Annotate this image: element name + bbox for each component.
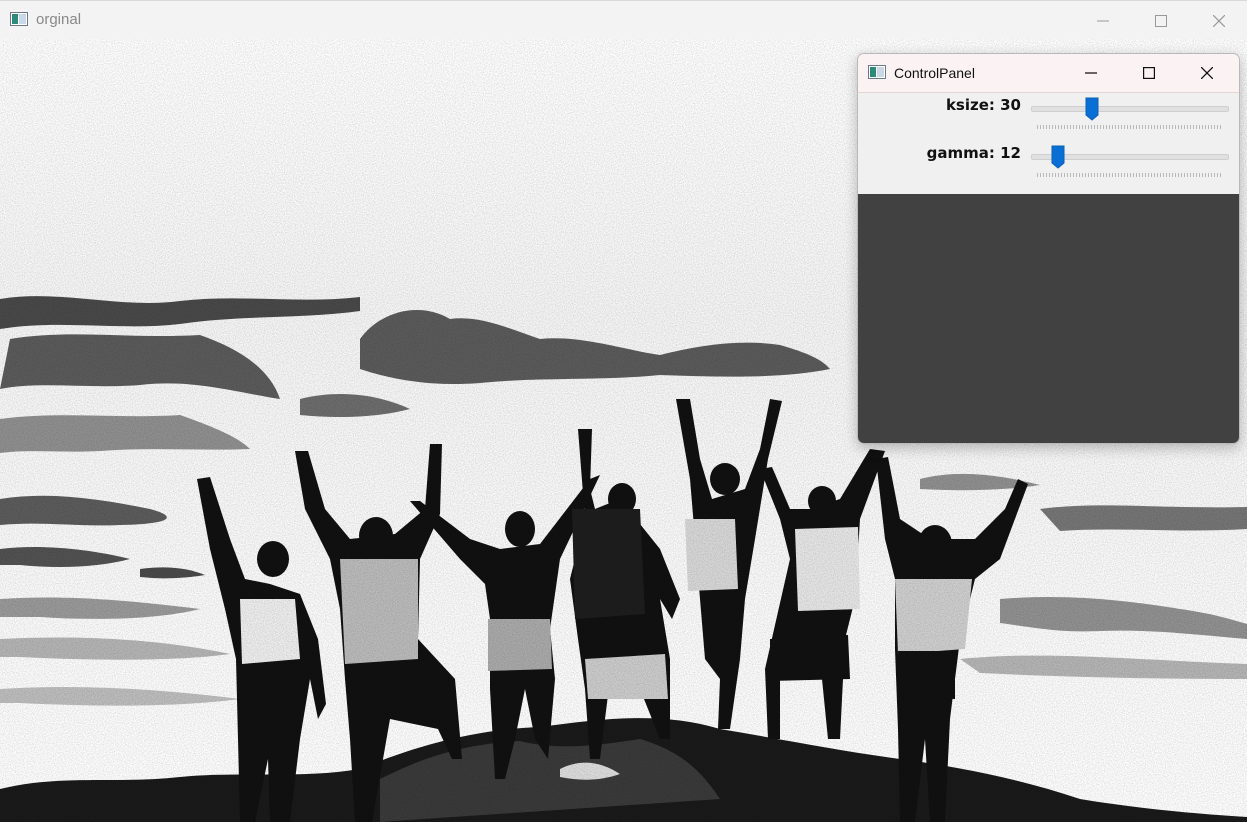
control-panel-canvas	[858, 194, 1239, 443]
control-panel-title: ControlPanel	[894, 65, 975, 81]
main-window-titlebar[interactable]: orginal	[0, 0, 1247, 39]
control-panel-titlebar[interactable]: ControlPanel	[858, 54, 1239, 93]
gamma-trackbar[interactable]: gamma: 12	[858, 142, 1239, 190]
gamma-label: gamma: 12	[926, 144, 1021, 162]
ksize-ticks	[1037, 125, 1222, 129]
ksize-trackbar[interactable]: ksize: 30	[858, 94, 1239, 142]
gamma-thumb[interactable]	[1051, 145, 1065, 169]
panel-close-button[interactable]	[1178, 54, 1236, 92]
panel-maximize-button[interactable]	[1120, 54, 1178, 92]
ksize-thumb[interactable]	[1085, 97, 1099, 121]
window-app-icon	[10, 12, 28, 26]
gamma-ticks	[1037, 173, 1222, 177]
minimize-button[interactable]	[1074, 1, 1132, 40]
close-icon	[1201, 67, 1213, 79]
window-app-icon	[868, 65, 886, 79]
maximize-icon	[1143, 67, 1155, 79]
main-window-title: orginal	[36, 11, 82, 28]
ksize-track[interactable]	[1031, 106, 1229, 112]
minimize-icon	[1085, 72, 1097, 74]
close-button[interactable]	[1190, 1, 1247, 40]
close-icon	[1213, 14, 1225, 27]
control-panel-window[interactable]: ControlPanel ksize: 30 gamma: 12	[857, 53, 1240, 444]
maximize-icon	[1155, 14, 1167, 27]
ksize-label: ksize: 30	[945, 96, 1021, 114]
minimize-icon	[1097, 20, 1109, 21]
panel-minimize-button[interactable]	[1062, 54, 1120, 92]
maximize-button[interactable]	[1132, 1, 1190, 40]
